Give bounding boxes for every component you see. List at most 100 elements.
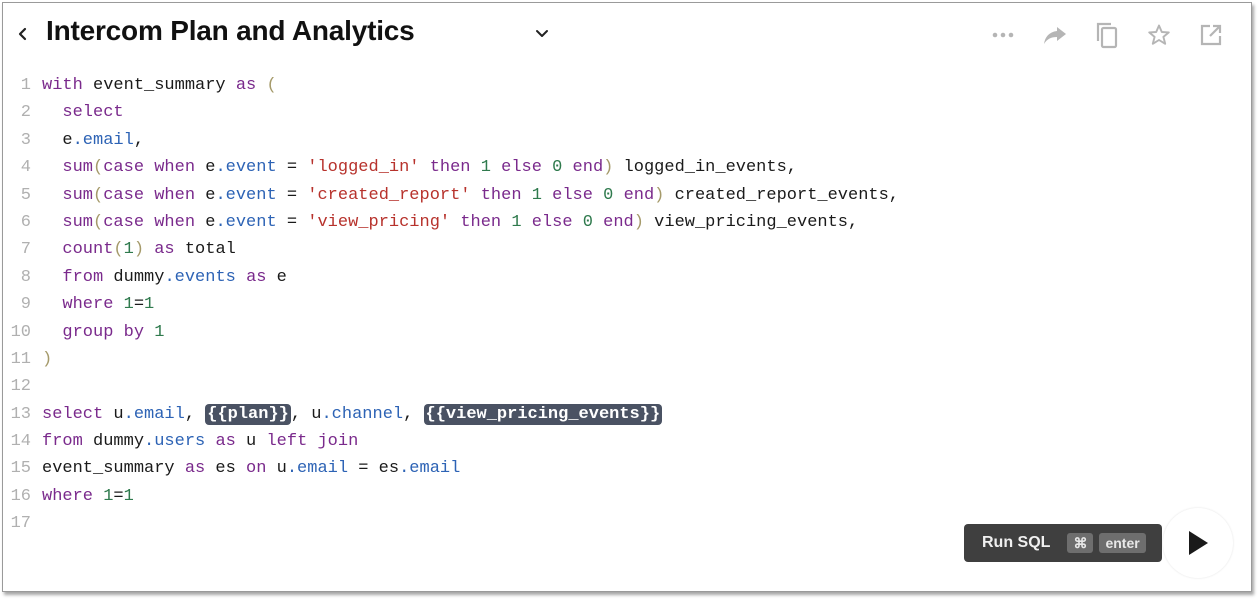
code-line[interactable]: 6 sum(case when e.event = 'view_pricing'…	[3, 209, 1251, 236]
code-token: event_summary	[42, 459, 185, 479]
code-line[interactable]: 13 select u.email, {{plan}}, u.channel, {…	[3, 401, 1251, 428]
sql-code-editor[interactable]: 1 with event_summary as (2 select 3 e.emai…	[3, 72, 1251, 538]
code-token: end	[623, 185, 655, 205]
template-variable-chip[interactable]: {{view_pricing_events}}	[423, 403, 663, 425]
more-button[interactable]	[987, 19, 1019, 51]
code-line[interactable]: 5 sum(case when e.event = 'created_repor…	[3, 182, 1251, 209]
more-horizontal-icon	[992, 32, 1014, 38]
code-token: )	[654, 185, 665, 205]
code-line[interactable]: 16 where 1=1	[3, 483, 1251, 510]
code-token: 1	[154, 322, 165, 342]
code-token: case when	[103, 212, 196, 232]
query-editor-window: Intercom Plan and Analytics 1 with event_…	[2, 2, 1252, 592]
code-token: end	[572, 158, 604, 178]
code-line[interactable]: 4 sum(case when e.event = 'logged_in' th…	[3, 154, 1251, 181]
code-token: 1	[103, 486, 114, 506]
code-token: else	[501, 158, 542, 178]
code-token: (	[93, 185, 104, 205]
code-line[interactable]: 15 event_summary as es on u.email = es.em…	[3, 455, 1251, 482]
code-token: 0	[582, 212, 593, 232]
line-number: 15	[10, 459, 31, 479]
code-token: sum	[62, 185, 94, 205]
code-token: created_report_events,	[664, 185, 900, 205]
external-link-icon	[1200, 24, 1222, 46]
code-token: e	[195, 185, 216, 205]
line-number: 17	[10, 514, 31, 534]
code-token: e	[195, 212, 216, 232]
code-token: from	[42, 432, 83, 452]
play-icon	[1189, 531, 1208, 555]
code-token: sum	[62, 158, 94, 178]
code-line[interactable]: 10 group by 1	[3, 319, 1251, 346]
code-line[interactable]: 2 select	[3, 99, 1251, 126]
code-token: 1	[123, 486, 134, 506]
code-token: 'created_report'	[307, 185, 471, 205]
duplicate-button[interactable]	[1091, 19, 1123, 51]
code-line[interactable]: 8 from dummy.events as e	[3, 264, 1251, 291]
code-line[interactable]: 9 where 1=1	[3, 291, 1251, 318]
code-token: view_pricing_events,	[643, 212, 859, 232]
code-line[interactable]: 14 from dummy.users as u left join	[3, 428, 1251, 455]
run-query-button[interactable]	[1163, 508, 1233, 578]
template-variable-chip[interactable]: {{plan}}	[205, 403, 291, 425]
header-actions	[987, 19, 1227, 51]
code-line[interactable]: 11)	[3, 346, 1251, 373]
code-token: .email	[123, 404, 185, 424]
code-token: 'logged_in'	[307, 158, 420, 178]
code-token: .users	[144, 432, 206, 452]
code-token: )	[633, 212, 644, 232]
code-token: =	[133, 295, 145, 315]
chevron-down-icon	[536, 30, 548, 37]
code-token: u	[235, 432, 267, 452]
code-token: else	[531, 212, 573, 232]
code-token: where	[62, 295, 114, 315]
share-button[interactable]	[1039, 19, 1071, 51]
run-sql-tooltip[interactable]: Run SQL ⌘ enter	[964, 524, 1162, 562]
code-token: .event	[215, 185, 277, 205]
code-token: then	[460, 212, 502, 232]
code-token: count	[62, 240, 114, 260]
favorite-button[interactable]	[1143, 19, 1175, 51]
code-token: 'view_pricing'	[307, 212, 451, 232]
code-line[interactable]: 3 e.email,	[3, 127, 1251, 154]
code-token: as	[235, 76, 257, 95]
run-sql-label: Run SQL	[982, 534, 1051, 551]
code-line[interactable]: 12	[3, 373, 1251, 400]
code-token: logged_in_events,	[613, 158, 797, 178]
code-token: .email	[286, 459, 349, 479]
code-token: )	[42, 349, 53, 369]
line-number: 16	[10, 486, 31, 506]
code-line[interactable]: 1 with event_summary as (	[3, 72, 1251, 99]
code-token: , u	[290, 404, 322, 424]
title-dropdown-button[interactable]	[533, 27, 551, 41]
code-token: select	[62, 103, 124, 123]
line-number: 3	[20, 130, 31, 150]
code-token: (	[93, 158, 104, 178]
line-number: 1	[20, 76, 31, 95]
code-token: 0	[552, 158, 563, 178]
open-external-button[interactable]	[1195, 19, 1227, 51]
line-number: 14	[10, 432, 31, 452]
line-number: 8	[20, 267, 31, 287]
line-number: 2	[20, 103, 31, 123]
code-token: 1	[511, 212, 522, 232]
code-token: =	[276, 212, 308, 232]
back-button[interactable]	[15, 23, 31, 45]
line-number: 6	[20, 212, 31, 232]
code-token: ,	[403, 404, 424, 424]
code-token: )	[133, 240, 145, 260]
code-line[interactable]: 7 count(1) as total	[3, 236, 1251, 263]
code-token: 0	[603, 185, 614, 205]
line-number: 5	[20, 185, 31, 205]
